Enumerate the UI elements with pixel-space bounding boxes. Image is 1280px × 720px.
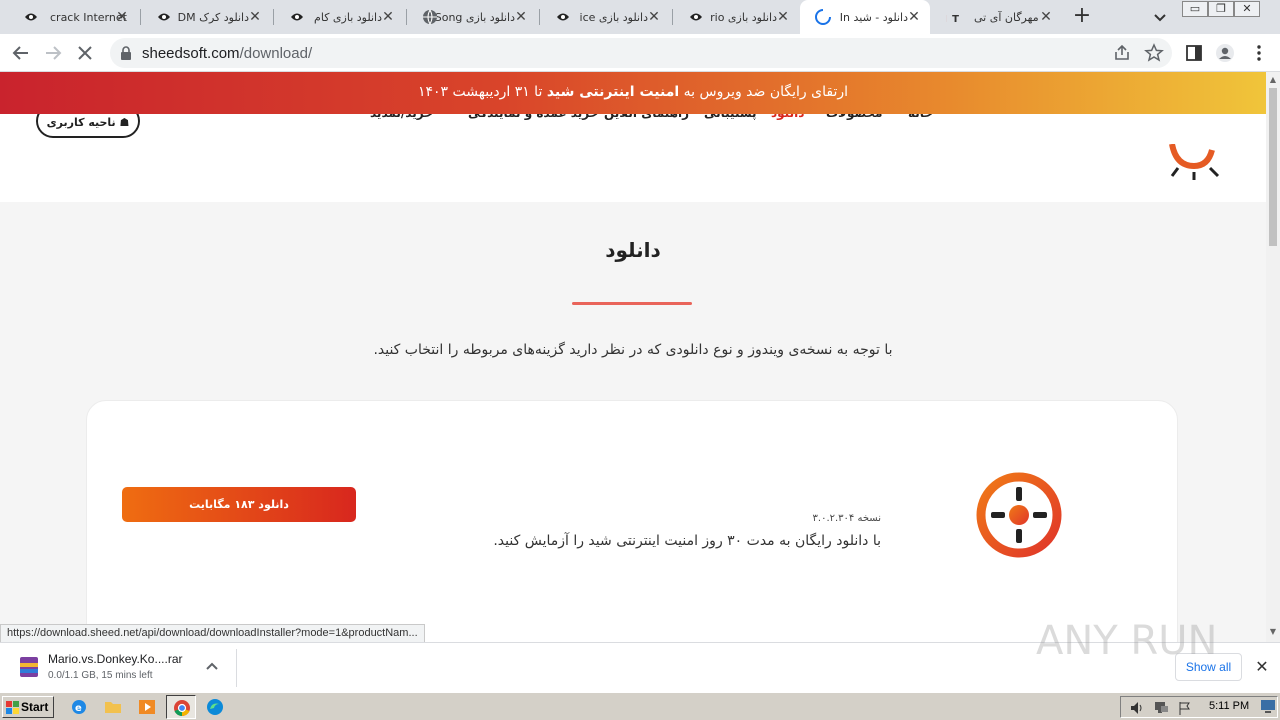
browser-tab[interactable]: دانلود کرک DM ✕ <box>141 0 271 34</box>
forward-arrow-icon[interactable] <box>40 40 66 66</box>
link-status-bar: https://download.sheed.net/api/download/… <box>0 624 425 643</box>
svg-text:T: T <box>952 14 959 25</box>
product-version: نسخه ۳.۰.۲.۳۰۴ <box>812 513 881 524</box>
product-card: نسخه ۳.۰.۲.۳۰۴ با دانلود رایگان به مدت ۳… <box>86 400 1178 642</box>
share-icon[interactable] <box>1112 43 1132 63</box>
chrome-taskbar-button[interactable] <box>166 695 196 719</box>
svg-text:MI: MI <box>946 14 947 25</box>
internet-explorer-icon[interactable]: e <box>70 698 88 716</box>
start-button[interactable]: Start <box>2 696 54 718</box>
edge-icon[interactable] <box>206 698 224 716</box>
title-underline <box>572 302 692 305</box>
browser-toolbar: sheedsoft.com/download/ <box>0 34 1280 72</box>
internet-security-product-icon <box>976 472 1062 558</box>
folder-icon[interactable] <box>104 698 122 716</box>
site-logo-icon <box>158 13 170 21</box>
browser-tab-strip: crack Internet ✕ دانلود کرک DM ✕ دانلود … <box>0 0 1280 34</box>
download-file-name[interactable]: Mario.vs.Donkey.Ko....rar <box>48 652 182 666</box>
close-tab-icon[interactable]: ✕ <box>775 9 791 25</box>
chevron-up-icon[interactable] <box>204 659 220 675</box>
lock-icon[interactable] <box>120 46 132 60</box>
new-tab-button[interactable]: + <box>1070 5 1094 29</box>
media-player-icon[interactable] <box>138 698 156 716</box>
close-shelf-icon[interactable]: ✕ <box>1254 659 1270 675</box>
more-menu-icon[interactable] <box>1249 43 1269 63</box>
close-tab-icon[interactable]: ✕ <box>1038 9 1054 25</box>
close-tab-icon[interactable]: ✕ <box>906 9 922 25</box>
windows-taskbar: Start e 5:11 PM <box>0 692 1280 720</box>
scroll-up-arrow-icon[interactable]: ▲ <box>1269 76 1277 84</box>
close-tab-icon[interactable]: ✕ <box>646 9 662 25</box>
back-arrow-icon[interactable] <box>8 40 34 66</box>
taskbar-clock[interactable]: 5:11 PM <box>1209 700 1249 712</box>
shelf-divider <box>236 649 237 687</box>
volume-icon[interactable] <box>1129 700 1145 716</box>
bookmark-star-icon[interactable] <box>1144 43 1164 63</box>
close-tab-icon[interactable]: ✕ <box>114 9 130 25</box>
trial-description: با دانلود رایگان به مدت ۳۰ روز امنیت این… <box>493 533 881 549</box>
side-panel-icon[interactable] <box>1184 43 1204 63</box>
chrome-icon <box>174 700 190 717</box>
network-icon[interactable] <box>1153 700 1169 716</box>
scrollbar-thumb[interactable] <box>1269 88 1277 246</box>
account-label: ناحیه کاربری <box>46 116 116 129</box>
restore-button[interactable]: ❐ <box>1208 1 1234 17</box>
url-text: sheedsoft.com/download/ <box>142 45 312 62</box>
page-scrollbar[interactable]: ▲ ▼ <box>1266 72 1280 642</box>
page-title: دانلود <box>605 238 661 262</box>
close-tab-icon[interactable]: ✕ <box>380 9 396 25</box>
browser-tab[interactable]: MIT مهرگان آی تی ✕ <box>932 0 1062 34</box>
browser-tab[interactable]: دانلود بازی کام ✕ <box>274 0 404 34</box>
sheed-logo-icon[interactable] <box>1162 144 1226 194</box>
download-button[interactable]: دانلود ۱۸۳ مگابایت <box>122 487 356 522</box>
promo-highlight: امنیت اینترنتی شید <box>546 84 680 100</box>
stop-loading-icon[interactable] <box>72 40 98 66</box>
browser-tab[interactable]: دانلود بازی Song ✕ <box>407 0 537 34</box>
profile-avatar-icon[interactable] <box>1215 43 1235 63</box>
globe-icon <box>423 9 437 26</box>
svg-text:e: e <box>75 703 82 714</box>
watermark-text: ANY RUN <box>1036 618 1217 664</box>
minimize-button[interactable]: ▭ <box>1182 1 1208 17</box>
address-bar[interactable]: sheedsoft.com/download/ <box>110 38 1172 68</box>
windows-flag-icon <box>6 701 19 714</box>
browser-tab[interactable]: دانلود بازی ice ✕ <box>540 0 670 34</box>
user-icon: ☗ <box>115 116 130 129</box>
url-path: /download/ <box>239 45 313 62</box>
site-header: خانه محصولات دانلود پشتیبانی راهنمای آنل… <box>0 104 1266 202</box>
page-viewport: خانه محصولات دانلود پشتیبانی راهنمای آنل… <box>0 72 1266 642</box>
system-tray: 5:11 PM <box>1120 696 1278 718</box>
action-center-flag-icon[interactable] <box>1177 700 1193 716</box>
url-host: sheedsoft.com <box>142 45 240 62</box>
tab-search-chevron-icon[interactable] <box>1150 7 1170 27</box>
start-label: Start <box>21 700 49 714</box>
site-logo-icon <box>25 13 37 21</box>
mit-logo-icon: MI T <box>946 14 959 25</box>
promo-banner[interactable]: ارتقای رایگان ضد ویروس به امنیت اینترنتی… <box>0 72 1266 114</box>
site-logo-icon <box>690 13 702 21</box>
close-window-button[interactable]: ✕ <box>1234 1 1260 17</box>
browser-tab[interactable]: crack Internet ✕ <box>8 0 138 34</box>
site-logo-icon <box>557 13 569 21</box>
rar-archive-icon[interactable] <box>18 655 40 679</box>
anyrun-watermark-logo: ANY RUN <box>1036 618 1217 664</box>
promo-prefix: ارتقای رایگان ضد ویروس به <box>683 84 848 100</box>
promo-suffix: تا ۳۱ اردیبهشت ۱۴۰۳ <box>418 84 543 100</box>
site-logo-icon <box>291 13 303 21</box>
show-desktop-icon[interactable] <box>1260 698 1276 714</box>
page-description: با توجه به نسخه‌ی ویندوز و نوع دانلودی ک… <box>373 342 893 358</box>
loading-spinner-icon <box>815 9 831 25</box>
browser-tab-active[interactable]: دانلود - شید In ✕ <box>800 0 930 34</box>
scroll-down-arrow-icon[interactable]: ▼ <box>1269 628 1277 636</box>
download-section: دانلود با توجه به نسخه‌ی ویندوز و نوع دا… <box>0 202 1266 642</box>
close-tab-icon[interactable]: ✕ <box>513 9 529 25</box>
close-tab-icon[interactable]: ✕ <box>247 9 263 25</box>
download-progress-text: 0.0/1.1 GB, 15 mins left <box>48 670 153 681</box>
browser-tab[interactable]: دانلود بازی rio ✕ <box>673 0 799 34</box>
